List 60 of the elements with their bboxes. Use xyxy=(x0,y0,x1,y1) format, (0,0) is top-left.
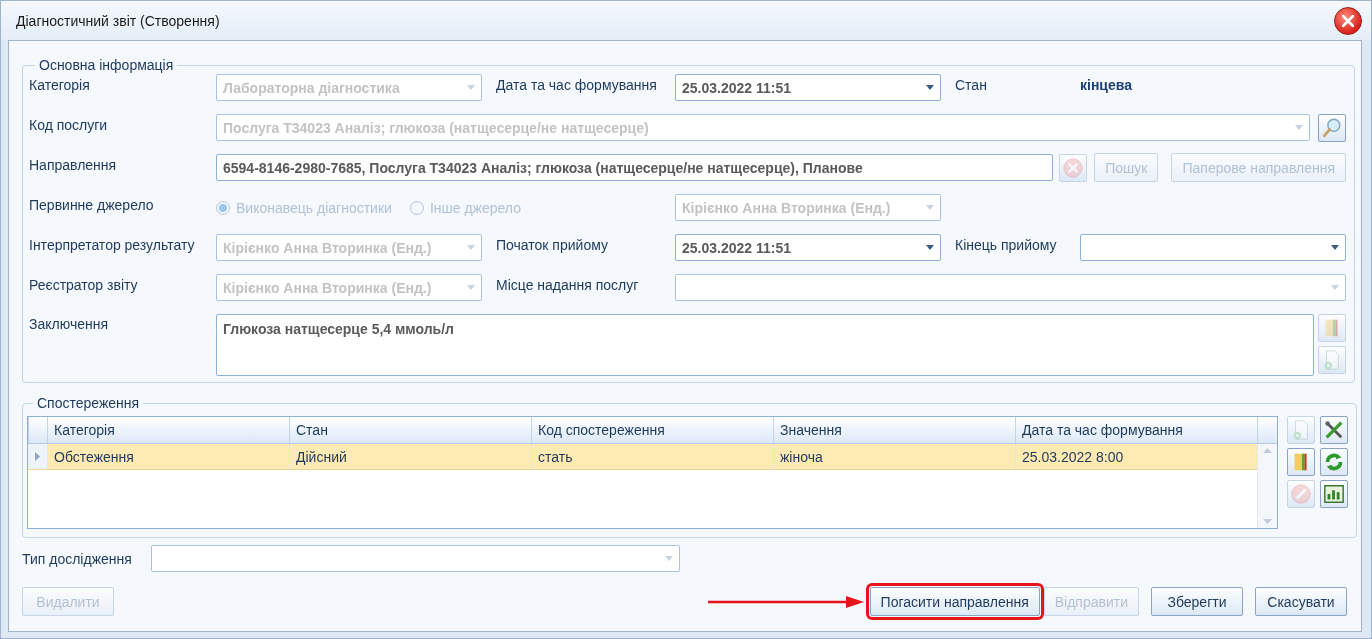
column-header[interactable]: Значення xyxy=(773,417,1015,443)
caret-icon xyxy=(926,245,934,250)
table-cell: жіноча xyxy=(773,444,1015,469)
date-field[interactable]: 25.03.2022 11:51 xyxy=(675,74,941,101)
caret-icon xyxy=(926,85,934,90)
caret-icon xyxy=(1295,125,1303,130)
caret-icon xyxy=(467,285,475,290)
caret-icon xyxy=(467,85,475,90)
button[interactable]: Скасувати xyxy=(1255,587,1347,616)
field-label: Тип дослідження xyxy=(22,550,133,567)
column-header[interactable]: Категорія xyxy=(47,417,289,443)
row-pointer-icon xyxy=(35,452,40,461)
window-title: Діагностичний звіт (Створення) xyxy=(16,12,220,29)
close-button[interactable] xyxy=(1334,6,1362,35)
chart-table-icon xyxy=(1323,483,1345,505)
field-label: Початок прийому xyxy=(495,237,609,253)
field-label: Первинне джерело xyxy=(29,197,155,213)
no-entry-icon xyxy=(1290,483,1312,505)
table-row[interactable]: Обстеження Дійсний стать жіноча 25.03.2022 8:00 xyxy=(28,444,1257,470)
field-label: Місце надання послуг xyxy=(495,277,640,293)
group-title: Основна інформація xyxy=(38,57,175,74)
field-label: Направлення xyxy=(29,157,118,173)
arrows-button[interactable] xyxy=(1320,448,1348,476)
search-icon xyxy=(1321,116,1343,139)
field-label: Кінець прийому xyxy=(954,237,1058,253)
conclusion-field[interactable]: Глюкоза натщесерце 5,4 ммоль/л xyxy=(216,314,1314,376)
status-value: кінцева xyxy=(1080,77,1133,93)
group-title: Спостереження xyxy=(36,395,141,412)
referral-field[interactable]: 6594-8146-2980-7685, Послуга Т34023 Аналіз; глюкоза (натщесерце/не натщесерце), Планове xyxy=(216,154,1054,181)
column-header[interactable]: Стан xyxy=(289,417,531,443)
caret-icon xyxy=(1331,285,1339,290)
button[interactable]: Зберегти xyxy=(1151,587,1243,616)
caret-icon xyxy=(926,205,934,210)
tools-icon xyxy=(1323,419,1345,441)
arrows-icon xyxy=(1323,451,1345,473)
column-header[interactable]: Код спостереження xyxy=(531,417,773,443)
scroll-down-icon[interactable] xyxy=(1263,519,1272,524)
date-field[interactable]: 25.03.2022 11:51 xyxy=(675,234,941,261)
field-label: Реєстратор звіту xyxy=(29,277,139,293)
tools-button[interactable] xyxy=(1320,416,1348,444)
caret-icon xyxy=(665,556,673,561)
close-icon xyxy=(1342,14,1354,27)
field-label: Категорія xyxy=(29,77,91,93)
date-field[interactable] xyxy=(1080,234,1346,261)
column-header[interactable]: Дата та час формування xyxy=(1015,417,1257,443)
clear-icon xyxy=(1062,156,1085,179)
chart-table-button[interactable] xyxy=(1320,480,1348,508)
field-label: Код послуги xyxy=(29,117,109,133)
caret-icon xyxy=(1331,245,1339,250)
caret-icon xyxy=(467,245,475,250)
table-cell: стать xyxy=(531,444,773,469)
table-cell: Дійсний xyxy=(289,444,531,469)
table-cell: Обстеження xyxy=(47,444,289,469)
book-button[interactable] xyxy=(1287,448,1315,476)
search-button[interactable] xyxy=(1318,113,1346,142)
scroll-up-icon[interactable] xyxy=(1263,448,1272,453)
field-label: Інтерпретатор результату xyxy=(29,237,196,253)
field-label: Стан xyxy=(954,77,988,93)
field-label: Заключення xyxy=(29,316,109,332)
field-label: Дата та час формування xyxy=(495,77,658,93)
